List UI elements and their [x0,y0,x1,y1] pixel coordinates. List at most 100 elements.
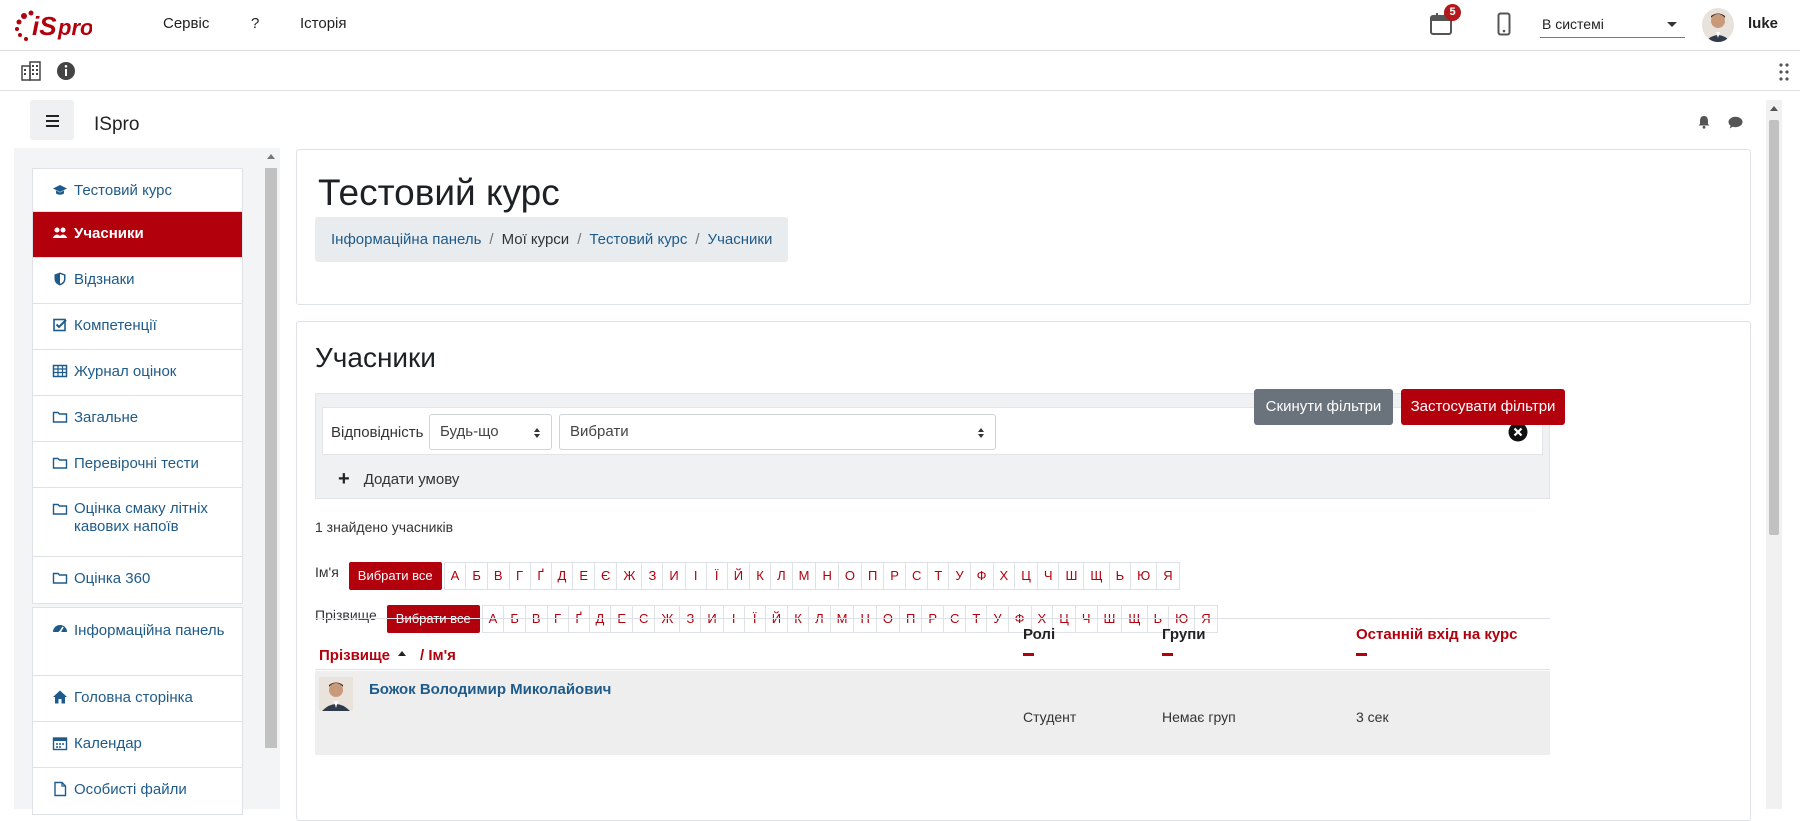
nav-item-competencies[interactable]: Компетенції [33,304,242,350]
initial-letter-button[interactable]: Ї [705,562,728,590]
status-select-value: В системі [1542,16,1604,32]
breadcrumb-participants[interactable]: Учасники [708,231,773,248]
info-icon[interactable] [55,60,77,82]
drawer-toggle-button[interactable] [30,100,74,140]
bell-icon[interactable] [1697,115,1711,129]
match-select[interactable]: Будь-що [429,414,552,450]
nav-item-calendar[interactable]: Календар [33,722,242,768]
initial-letter-button[interactable]: С [904,562,929,590]
initial-letter-button[interactable]: В [486,562,510,590]
table-icon [52,364,68,378]
initial-letter-button[interactable]: Е [572,562,596,590]
column-last-access-sort-link[interactable]: Останній вхід на курс [1356,626,1518,643]
breadcrumb-course[interactable]: Тестовий курс [589,231,687,248]
initial-letter-button[interactable]: Ф [969,562,994,590]
nav-item-360[interactable]: Оцінка 360 [33,557,242,603]
filter-type-select[interactable]: Вибрати [559,414,996,450]
participant-name-link[interactable]: Божок Володимир Миколайович [369,681,611,698]
column-lastname-sort-link[interactable]: Прізвище [319,647,390,664]
initial-letter-button[interactable]: Щ [1083,562,1110,590]
nav-item-home[interactable]: Головна сторінка [33,676,242,722]
initial-letter-button[interactable]: М [791,562,817,590]
initial-letter-button[interactable]: Т [927,562,950,590]
ispro-logo[interactable]: iS pro [12,4,93,46]
initial-letter-button[interactable]: П [860,562,885,590]
initial-letter-button[interactable]: Є [594,562,618,590]
initial-letter-button[interactable]: Л [770,562,793,590]
column-roles-collapse-icon[interactable] [1023,653,1034,656]
apps-grid-icon[interactable] [1778,62,1790,82]
nav-item-files[interactable]: Особисті файли [33,768,242,814]
course-header-card: Тестовий курс Інформаційна панель / Мої … [296,149,1751,305]
menu-help[interactable]: ? [251,15,259,32]
firstname-select-all-button[interactable]: Вибрати все [348,562,442,590]
nav-label: Загальне [74,409,139,426]
initial-letter-button[interactable]: Х [992,562,1016,590]
svg-text:pro: pro [57,15,92,40]
mobile-phone-icon[interactable] [1497,12,1511,36]
initial-letter-button[interactable]: Ґ [529,562,552,590]
filter-type-value: Вибрати [570,423,629,440]
site-nav: Інформаційна панель Головна сторінка Кал… [32,607,243,815]
initial-letter-button[interactable]: Б [465,562,488,590]
organization-building-icon[interactable] [20,60,42,82]
initial-letter-button[interactable]: Р [883,562,906,590]
nav-item-participants[interactable]: Учасники [33,212,242,258]
initial-letter-button[interactable]: Ь [1108,562,1132,590]
remove-filter-icon[interactable] [1508,422,1528,442]
initial-letter-button[interactable]: Г [508,562,531,590]
match-label: Відповідність [331,424,424,441]
initial-letter-button[interactable]: К [749,562,772,590]
initial-letter-button[interactable]: Ц [1014,562,1038,590]
initial-letter-button[interactable]: Ш [1058,562,1085,590]
sort-arrows-icon [978,428,984,438]
initial-letter-button[interactable]: О [837,562,862,590]
top-bar: iS pro Сервіс ? Історія 5 В системі luke [0,0,1800,51]
column-last-access-collapse-icon[interactable] [1356,653,1367,656]
page-scrollbar[interactable] [1766,100,1782,809]
site-name[interactable]: ISpro [94,114,139,136]
column-groups-collapse-icon[interactable] [1162,653,1173,656]
column-firstname-sort-link[interactable]: / Ім'я [420,647,456,664]
breadcrumb-separator: / [577,231,582,248]
breadcrumb-dashboard[interactable]: Інформаційна панель [331,231,481,248]
match-select-value: Будь-що [440,423,499,440]
menu-servis[interactable]: Сервіс [163,15,209,32]
participant-avatar[interactable] [319,677,353,711]
initial-letter-button[interactable]: У [948,562,971,590]
initial-letter-button[interactable]: Я [1156,562,1180,590]
nav-item-course[interactable]: Тестовий курс [33,169,242,212]
apply-filters-button[interactable]: Застосувати фільтри [1401,389,1565,425]
nav-label: Тестовий курс [74,182,173,199]
nav-label: Учасники [74,225,144,242]
menu-history[interactable]: Історія [300,15,347,32]
initial-letter-button[interactable]: Ж [616,562,643,590]
chat-icon[interactable] [1728,116,1743,129]
nav-item-tests[interactable]: Перевірочні тести [33,442,242,488]
nav-item-grades[interactable]: Журнал оцінок [33,350,242,396]
course-nav: Тестовий курс Учасники Відзнаки Компетен… [32,168,243,604]
nav-label: Журнал оцінок [74,363,177,380]
initial-letter-button[interactable]: Д [550,562,574,590]
initial-letter-button[interactable]: Ю [1130,562,1158,590]
nav-item-dashboard[interactable]: Інформаційна панель [33,608,242,676]
nav-item-coffee[interactable]: Оцінка смаку літніх кавових напоїв [33,488,242,557]
add-condition-button[interactable]: + Додати умову [338,468,459,491]
user-avatar[interactable] [1702,8,1734,42]
participant-role[interactable]: Студент [1023,709,1076,725]
nav-item-general[interactable]: Загальне [33,396,242,442]
status-select[interactable]: В системі [1540,12,1685,38]
initial-letter-button[interactable]: Ч [1036,562,1060,590]
username[interactable]: luke [1748,15,1778,32]
initial-letter-button[interactable]: Й [726,562,751,590]
drawer-scrollbar[interactable] [263,148,279,809]
initial-letter-button[interactable]: И [662,562,686,590]
breadcrumb-separator: / [695,231,700,248]
initial-letter-button[interactable]: Н [815,562,839,590]
initial-letter-button[interactable]: З [641,562,664,590]
participant-groups[interactable]: Немає груп [1162,709,1236,725]
reset-filters-button[interactable]: Скинути фільтри [1254,389,1393,425]
nav-item-badges[interactable]: Відзнаки [33,258,242,304]
initial-letter-button[interactable]: І [684,562,707,590]
initial-letter-button[interactable]: А [443,562,467,590]
